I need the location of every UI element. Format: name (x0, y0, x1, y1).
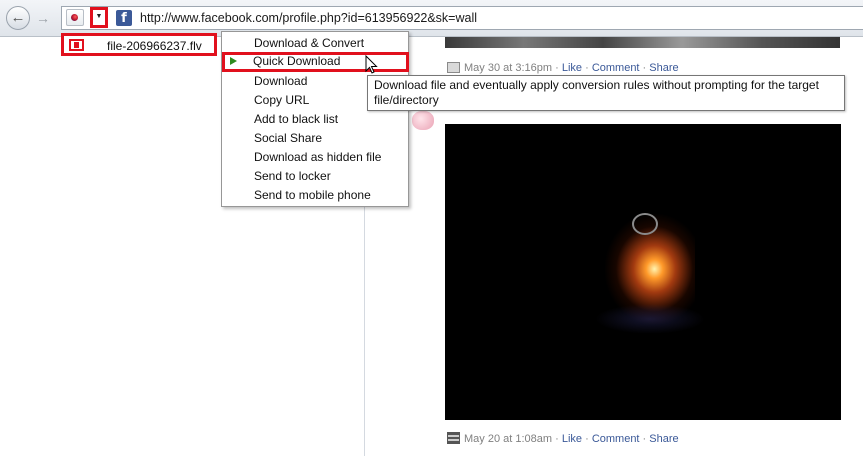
share-link[interactable]: Share (649, 433, 678, 445)
menu-item-social-share[interactable]: Social Share (223, 129, 407, 148)
avatar[interactable] (412, 111, 434, 130)
post-meta-row: May 20 at 1:08am · Like · Comment · Shar… (447, 432, 679, 446)
video-file-icon (69, 39, 84, 51)
menu-item-download-convert[interactable]: Download & Convert (223, 34, 407, 53)
back-button[interactable]: ← (6, 6, 30, 30)
menu-item-add-to-black-list[interactable]: Add to black list (223, 110, 407, 129)
forward-arrow-icon: → (36, 10, 50, 26)
video-player[interactable] (445, 124, 841, 420)
menu-item-send-to-locker[interactable]: Send to locker (223, 167, 407, 186)
chevron-down-icon: ▼ (95, 13, 103, 20)
post-meta-row: May 30 at 3:16pm · Like · Comment · Shar… (447, 62, 679, 76)
back-arrow-icon: ← (10, 9, 26, 26)
menu-item-tooltip: Download file and eventually apply conve… (367, 75, 845, 111)
download-context-menu: Download & Convert Quick Download Downlo… (221, 31, 409, 207)
downloader-dropdown-button[interactable]: ▼ (90, 7, 108, 28)
menu-item-send-to-mobile[interactable]: Send to mobile phone (223, 186, 407, 205)
post-type-icon (447, 62, 460, 73)
forward-button[interactable]: → (34, 9, 52, 27)
play-icon (230, 57, 237, 65)
detected-file-item[interactable]: file-206966237.flv (61, 33, 217, 56)
like-link[interactable]: Like (562, 433, 582, 445)
comment-link[interactable]: Comment (592, 433, 640, 445)
menu-item-quick-download[interactable]: Quick Download (222, 52, 409, 72)
like-link[interactable]: Like (562, 62, 582, 74)
previous-video-thumbnail[interactable] (445, 37, 840, 48)
url-text[interactable]: http://www.facebook.com/profile.php?id=6… (140, 11, 477, 25)
file-name-label: file-206966237.flv (107, 39, 202, 53)
share-link[interactable]: Share (649, 62, 678, 74)
post-timestamp[interactable]: May 30 at 3:16pm (464, 62, 552, 74)
facebook-favicon-icon: f (116, 10, 132, 26)
browser-toolbar: ← → ▼ f http://www.facebook.com/profile.… (0, 0, 863, 37)
downloader-extension-icon[interactable] (66, 9, 84, 26)
post-timestamp[interactable]: May 20 at 1:08am (464, 433, 552, 445)
comment-link[interactable]: Comment (592, 62, 640, 74)
video-frame-shadow (595, 304, 705, 334)
mouse-cursor-icon (365, 55, 378, 74)
video-frame-halo (632, 213, 658, 235)
menu-item-download-hidden[interactable]: Download as hidden file (223, 148, 407, 167)
film-icon (447, 432, 460, 444)
